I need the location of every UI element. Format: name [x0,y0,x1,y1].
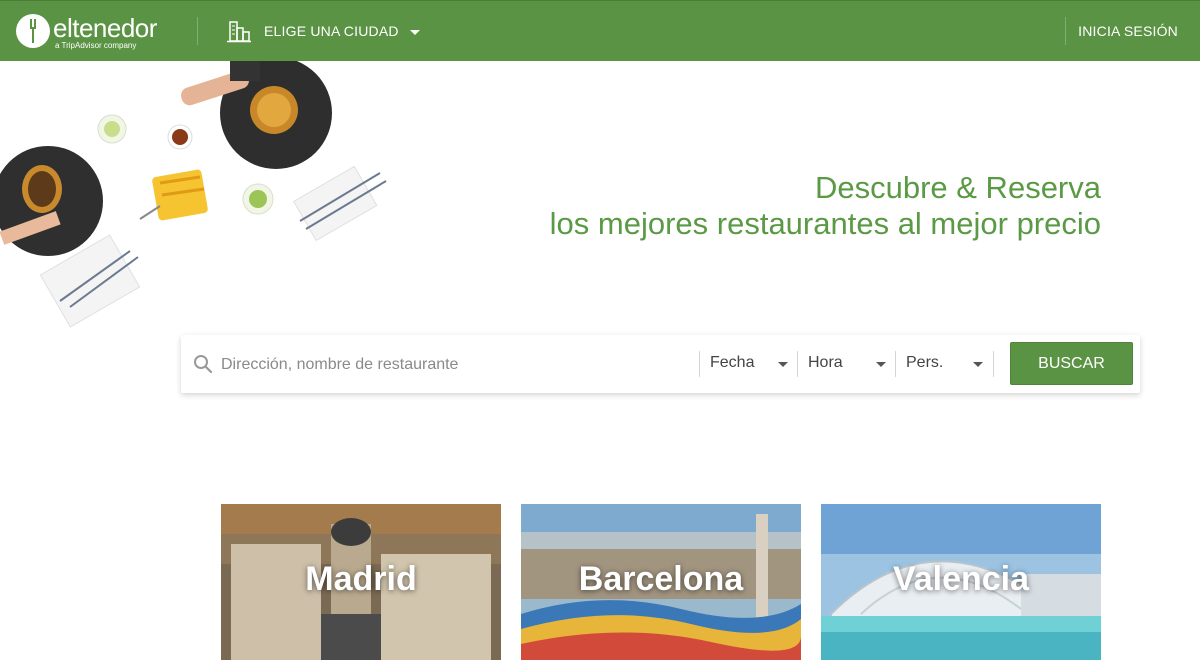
city-card-title: Barcelona [578,560,744,598]
chevron-down-icon [973,362,983,367]
headline-line-2: los mejores restaurantes al mejor precio [549,206,1101,241]
chevron-down-icon [778,362,788,367]
chevron-down-icon [876,362,886,367]
top-navigation-bar: eltenedor a TripAdvisor company ELIGE UN… [0,0,1200,61]
city-card-title: Valencia [892,560,1030,598]
city-card-barcelona[interactable]: Barcelona [521,504,801,660]
people-select[interactable]: Pers. [895,351,994,377]
city-select-label: ELIGE UNA CIUDAD [264,23,399,39]
date-label: Fecha [710,354,755,371]
headline-line-1: Descubre & Reserva [814,170,1101,205]
nav-divider [197,17,198,45]
restaurant-search-bar: Fecha Hora Pers. BUSCAR [181,335,1140,393]
city-buildings-icon [227,21,251,43]
city-card-madrid[interactable]: Madrid [221,504,501,660]
people-label: Pers. [906,354,944,371]
chevron-down-icon [409,30,420,35]
city-select-dropdown[interactable]: ELIGE UNA CIUDAD [226,13,420,49]
fork-logo-icon [16,14,50,48]
city-card-title: Madrid [305,560,417,598]
city-card-valencia[interactable]: Valencia [821,504,1101,660]
search-button[interactable]: BUSCAR [1010,342,1133,385]
logo-text: eltenedor [53,13,157,43]
hero-headline: Descubre & Reserva los mejores restauran… [550,170,1101,242]
search-icon [194,355,213,374]
logo-subtitle: a TripAdvisor company [55,41,137,50]
nav-divider [1065,17,1066,45]
login-link[interactable]: INICIA SESIÓN [1078,23,1178,39]
hero-food-image [0,61,387,328]
time-select[interactable]: Hora [797,351,896,377]
time-label: Hora [808,354,843,371]
date-select[interactable]: Fecha [699,351,798,377]
eltenedor-logo[interactable]: eltenedor a TripAdvisor company [15,12,185,54]
search-input[interactable] [219,347,693,383]
